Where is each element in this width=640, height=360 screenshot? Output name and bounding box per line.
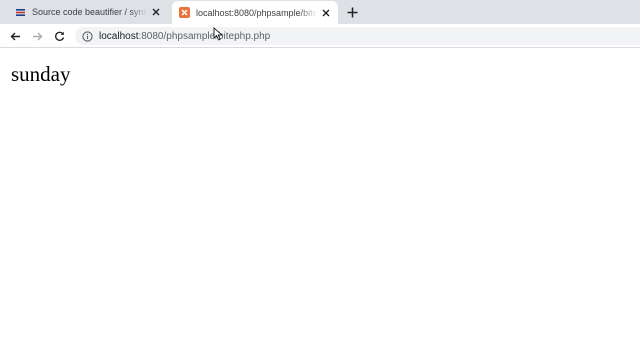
close-tab-icon[interactable]: [150, 6, 162, 18]
tab-strip: Source code beautifier / syntax highligh…: [0, 0, 640, 24]
reload-button[interactable]: [51, 28, 67, 44]
close-tab-icon[interactable]: [320, 7, 332, 19]
address-bar[interactable]: localhost:8080/phpsample/bitephp.php: [75, 27, 640, 45]
tab-title: localhost:8080/phpsample/bitephp.php: [196, 7, 317, 18]
new-tab-button[interactable]: [345, 5, 359, 19]
page-content: sunday: [0, 49, 640, 360]
forward-button[interactable]: [29, 28, 45, 44]
url-text: localhost:8080/phpsample/bitephp.php: [99, 31, 270, 42]
plus-icon: [347, 7, 357, 17]
browser-window: Source code beautifier / syntax highligh…: [0, 0, 640, 360]
tab-localhost-active[interactable]: localhost:8080/phpsample/bitephp.php: [172, 1, 338, 24]
url-path: :8080/phpsample/bitephp.php: [138, 30, 271, 42]
browser-toolbar: localhost:8080/phpsample/bitephp.php: [0, 24, 640, 48]
hamburger-menu-icon: [15, 7, 26, 18]
mouse-cursor-icon: [213, 27, 223, 41]
tab-title: Source code beautifier / syntax highligh…: [32, 7, 147, 17]
php-output-text: sunday: [11, 62, 71, 86]
xampp-icon: [179, 7, 190, 18]
url-host: localhost: [99, 30, 139, 42]
arrow-left-icon: [10, 32, 20, 40]
back-button[interactable]: [7, 28, 23, 44]
reload-icon: [54, 31, 64, 41]
info-icon[interactable]: [82, 30, 93, 42]
tab-source-beautifier[interactable]: Source code beautifier / syntax highligh…: [8, 0, 168, 24]
arrow-right-icon: [32, 32, 42, 40]
